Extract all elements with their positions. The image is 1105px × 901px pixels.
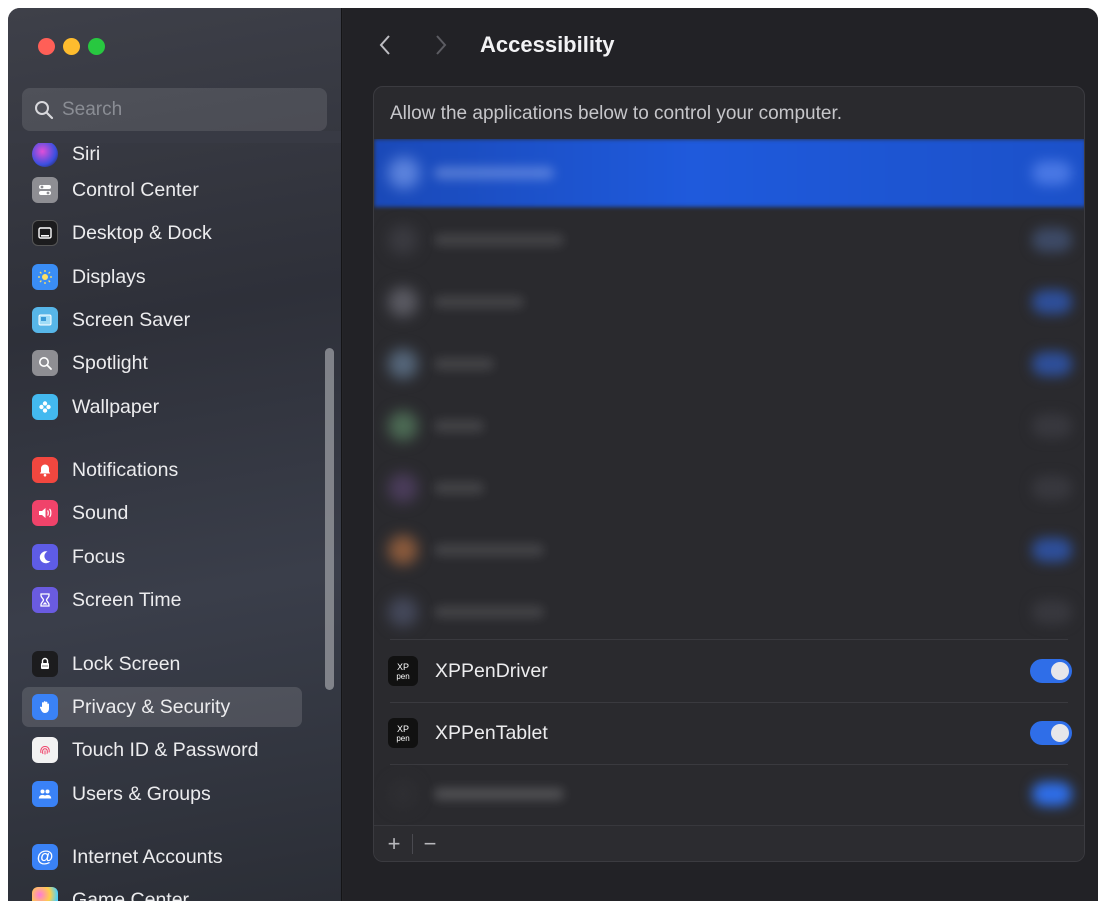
chevron-left-icon: [379, 35, 390, 55]
at-sign-icon: @: [32, 844, 58, 870]
back-button[interactable]: [373, 30, 397, 60]
close-window-button[interactable]: [38, 38, 55, 55]
panel-description: Allow the applications below to control …: [390, 103, 843, 124]
accessibility-apps-panel: Allow the applications below to control …: [373, 86, 1085, 862]
sidebar-item-label: Control Center: [72, 178, 199, 201]
xppen-icon: XP pen: [388, 656, 418, 686]
obscured-app-row[interactable]: [374, 457, 1084, 519]
obscured-app-row[interactable]: [374, 209, 1084, 271]
obscured-app-list: [374, 139, 1084, 639]
notifications-icon: [32, 457, 58, 483]
minimize-window-button[interactable]: [63, 38, 80, 55]
desktop-dock-icon: [32, 220, 58, 246]
svg-text:XP: XP: [397, 662, 409, 672]
zoom-window-button[interactable]: [88, 38, 105, 55]
xppentablet-toggle[interactable]: [1030, 721, 1072, 745]
obscured-app-row[interactable]: [374, 395, 1084, 457]
search-placeholder: Search: [62, 98, 123, 120]
wallpaper-icon: [32, 394, 58, 420]
svg-text:XP: XP: [397, 724, 409, 734]
sidebar-fade: [8, 131, 341, 143]
sidebar-item-screen-saver[interactable]: Screen Saver: [22, 300, 302, 340]
add-app-button[interactable]: +: [380, 830, 408, 858]
sidebar-item-label: Game Center: [72, 888, 190, 901]
sidebar-item-label: Internet Accounts: [72, 845, 223, 868]
sidebar-item-label: Screen Time: [72, 588, 182, 611]
obscured-app-row[interactable]: [374, 519, 1084, 581]
fingerprint-icon: [32, 737, 58, 763]
sound-icon: [32, 500, 58, 526]
sidebar-item-sound[interactable]: Sound: [22, 493, 302, 533]
sidebar-item-control-center[interactable]: Control Center: [22, 170, 302, 210]
window-controls: [38, 38, 105, 55]
sidebar-item-label: Privacy & Security: [72, 695, 231, 718]
sidebar-item-label: Desktop & Dock: [72, 221, 212, 244]
sidebar-item-label: Touch ID & Password: [72, 738, 259, 761]
xppen-icon: XP pen: [388, 718, 418, 748]
page-title: Accessibility: [480, 32, 615, 57]
sidebar-item-label: Screen Saver: [72, 308, 191, 331]
svg-text:pen: pen: [396, 734, 409, 743]
privacy-hand-icon: [32, 694, 58, 720]
obscured-app-row[interactable]: [374, 763, 1084, 825]
sidebar-item-displays[interactable]: Displays: [22, 257, 302, 297]
footer-divider: [412, 834, 413, 854]
sidebar-item-lock-screen[interactable]: Lock Screen: [22, 644, 302, 684]
spotlight-icon: [32, 350, 58, 376]
obscured-selected-row[interactable]: [374, 139, 1084, 207]
app-row-xppentablet[interactable]: XP pen XPPenTablet: [374, 702, 1084, 764]
obscured-app-row[interactable]: [374, 333, 1084, 395]
sidebar-item-focus[interactable]: Focus: [22, 537, 302, 577]
panel-footer: + −: [374, 825, 1084, 861]
sidebar-item-users-groups[interactable]: Users & Groups: [22, 774, 302, 814]
users-groups-icon: [32, 781, 58, 807]
screen-time-icon: [32, 587, 58, 613]
app-name: XPPenTablet: [435, 721, 548, 744]
sidebar-item-label: Siri: [72, 142, 101, 165]
sidebar-item-label: Wallpaper: [72, 395, 160, 418]
sidebar-item-label: Lock Screen: [72, 652, 181, 675]
focus-icon: [32, 544, 58, 570]
forward-button[interactable]: [429, 30, 453, 60]
control-center-icon: [32, 177, 58, 203]
obscured-app-row[interactable]: [374, 581, 1084, 639]
screen-saver-icon: [32, 307, 58, 333]
search-icon: [35, 100, 54, 119]
sidebar-item-privacy-security[interactable]: Privacy & Security: [22, 687, 302, 727]
lock-screen-icon: [32, 651, 58, 677]
sidebar-item-touch-id[interactable]: Touch ID & Password: [22, 730, 302, 770]
app-name: XPPenDriver: [435, 659, 548, 682]
system-settings-window: Search Siri Control Center Desktop & Doc…: [8, 8, 1098, 901]
sidebar-item-notifications[interactable]: Notifications: [22, 450, 302, 490]
sidebar-item-internet-accounts[interactable]: @ Internet Accounts: [22, 837, 302, 877]
sidebar-item-label: Users & Groups: [72, 782, 211, 805]
app-row-xppendriver[interactable]: XP pen XPPenDriver: [374, 640, 1084, 702]
main-content: Accessibility Allow the applications bel…: [343, 8, 1098, 901]
remove-app-button[interactable]: −: [416, 830, 444, 858]
displays-icon: [32, 264, 58, 290]
sidebar-item-desktop-dock[interactable]: Desktop & Dock: [22, 213, 302, 253]
xppendriver-toggle[interactable]: [1030, 659, 1072, 683]
obscured-app-row[interactable]: [374, 271, 1084, 333]
sidebar-item-label: Notifications: [72, 458, 179, 481]
sidebar-item-wallpaper[interactable]: Wallpaper: [22, 387, 302, 427]
svg-text:pen: pen: [396, 672, 409, 681]
sidebar-scrollbar[interactable]: [325, 348, 334, 690]
sidebar-item-label: Sound: [72, 501, 129, 524]
sidebar: Search Siri Control Center Desktop & Doc…: [8, 8, 342, 901]
sidebar-item-label: Spotlight: [72, 351, 148, 374]
sidebar-item-label: Focus: [72, 545, 126, 568]
chevron-right-icon: [436, 35, 447, 55]
sidebar-item-screen-time[interactable]: Screen Time: [22, 580, 302, 620]
siri-icon: [32, 141, 58, 167]
sidebar-item-game-center[interactable]: Game Center: [22, 880, 302, 901]
game-center-icon: [32, 887, 58, 901]
search-input[interactable]: Search: [22, 88, 327, 131]
sidebar-item-label: Displays: [72, 265, 146, 288]
sidebar-item-spotlight[interactable]: Spotlight: [22, 343, 302, 383]
